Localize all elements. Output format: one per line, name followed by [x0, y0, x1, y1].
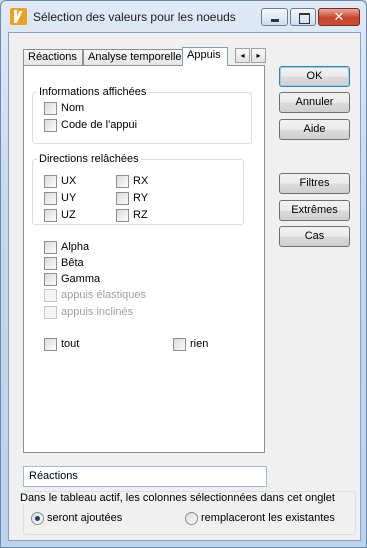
checkbox-label: Code de l'appui [61, 119, 138, 131]
checkbox-box [44, 306, 57, 319]
checkbox-uz[interactable]: UZ [44, 209, 76, 223]
tab-analyse-temporelle[interactable]: Analyse temporelle [83, 49, 183, 65]
checkbox-label: appuis inclinés [61, 306, 134, 318]
dialog-client-area: Réactions Analyse temporelle Appuis ◂ ▸ … [8, 32, 361, 541]
active-tab-field[interactable]: Réactions [23, 466, 267, 487]
arrow-right-icon: ▸ [256, 51, 261, 60]
checkbox-appuis-inclines: appuis inclinés [44, 306, 133, 320]
radio-dot[interactable] [185, 512, 198, 525]
title-bar[interactable]: Sélection des valeurs pour les noeuds ✕ [1, 1, 366, 31]
checkbox-label: Bêta [61, 257, 84, 269]
checkbox-label: Gamma [61, 273, 101, 285]
checkbox-box[interactable] [44, 338, 57, 351]
checkbox-ux[interactable]: UX [44, 175, 76, 189]
extremes-button[interactable]: Extrêmes [279, 200, 350, 221]
checkbox-label: tout [61, 338, 80, 350]
checkbox-box[interactable] [44, 209, 57, 222]
minimize-button[interactable] [261, 8, 288, 26]
checkbox-label: Alpha [61, 241, 90, 253]
arrow-left-icon: ◂ [240, 51, 245, 60]
maximize-button[interactable] [290, 8, 316, 26]
window-title: Sélection des valeurs pour les noeuds [33, 10, 236, 24]
checkbox-box[interactable] [44, 241, 57, 254]
app-logo-icon [10, 8, 27, 25]
checkbox-label: Nom [61, 102, 85, 114]
checkbox-rien[interactable]: rien [173, 338, 208, 352]
radio-dot[interactable] [31, 512, 44, 525]
checkbox-appuis-elastiques: appuis élastiques [44, 289, 146, 303]
checkbox-code-appui[interactable]: Code de l'appui [44, 119, 137, 133]
radio-remplaceront[interactable]: remplaceront les existantes [185, 512, 335, 526]
dialog-window: Sélection des valeurs pour les noeuds ✕ … [0, 0, 367, 548]
tab-scroll-left-button[interactable]: ◂ [235, 48, 250, 63]
filtres-button[interactable]: Filtres [279, 173, 350, 194]
tab-scroll-right-button[interactable]: ▸ [251, 48, 266, 63]
aide-button[interactable]: Aide [279, 119, 350, 140]
radio-label: remplaceront les existantes [201, 512, 335, 524]
close-icon: ✕ [333, 9, 345, 24]
checkbox-gamma[interactable]: Gamma [44, 273, 100, 287]
checkbox-label: RX [133, 175, 149, 187]
checkbox-rz[interactable]: RZ [116, 209, 148, 223]
annuler-button[interactable]: Annuler [279, 92, 350, 113]
checkbox-nom[interactable]: Nom [44, 102, 84, 116]
checkbox-label: RZ [133, 209, 148, 221]
checkbox-rx[interactable]: RX [116, 175, 148, 189]
checkbox-label: UY [61, 192, 77, 204]
checkbox-uy[interactable]: UY [44, 192, 76, 206]
tab-strip: Réactions Analyse temporelle Appuis ◂ ▸ [23, 47, 267, 66]
appuis-tab-panel: Informations affichées Nom Code de l'app… [23, 65, 265, 453]
checkbox-label: UZ [61, 209, 76, 221]
checkbox-box[interactable] [116, 209, 129, 222]
checkbox-label: UX [61, 175, 77, 187]
tab-reactions[interactable]: Réactions [23, 49, 83, 65]
checkbox-box[interactable] [173, 338, 186, 351]
radio-seront-ajoutees[interactable]: seront ajoutées [31, 512, 122, 526]
informations-group: Informations affichées [32, 86, 252, 144]
ok-button[interactable]: OK [279, 66, 350, 87]
checkbox-label: appuis élastiques [61, 289, 147, 301]
checkbox-alpha[interactable]: Alpha [44, 241, 89, 255]
checkbox-beta[interactable]: Bêta [44, 257, 84, 271]
checkbox-box[interactable] [44, 102, 57, 115]
checkbox-box[interactable] [44, 175, 57, 188]
checkbox-box [44, 289, 57, 302]
checkbox-box[interactable] [44, 119, 57, 132]
checkbox-ry[interactable]: RY [116, 192, 148, 206]
directions-legend: Directions relâchées [37, 153, 141, 165]
checkbox-tout[interactable]: tout [44, 338, 79, 352]
checkbox-box[interactable] [44, 273, 57, 286]
checkbox-box[interactable] [44, 257, 57, 270]
checkbox-box[interactable] [44, 192, 57, 205]
cas-button[interactable]: Cas [279, 226, 350, 247]
radio-label: seront ajoutées [47, 512, 123, 524]
tab-appuis[interactable]: Appuis [182, 47, 228, 66]
columns-option-caption: Dans le tableau actif, les colonnes séle… [18, 492, 337, 504]
informations-legend: Informations affichées [37, 86, 149, 98]
checkbox-label: rien [190, 338, 209, 350]
checkbox-box[interactable] [116, 175, 129, 188]
checkbox-box[interactable] [116, 192, 129, 205]
close-button[interactable]: ✕ [318, 8, 360, 26]
checkbox-label: RY [133, 192, 149, 204]
